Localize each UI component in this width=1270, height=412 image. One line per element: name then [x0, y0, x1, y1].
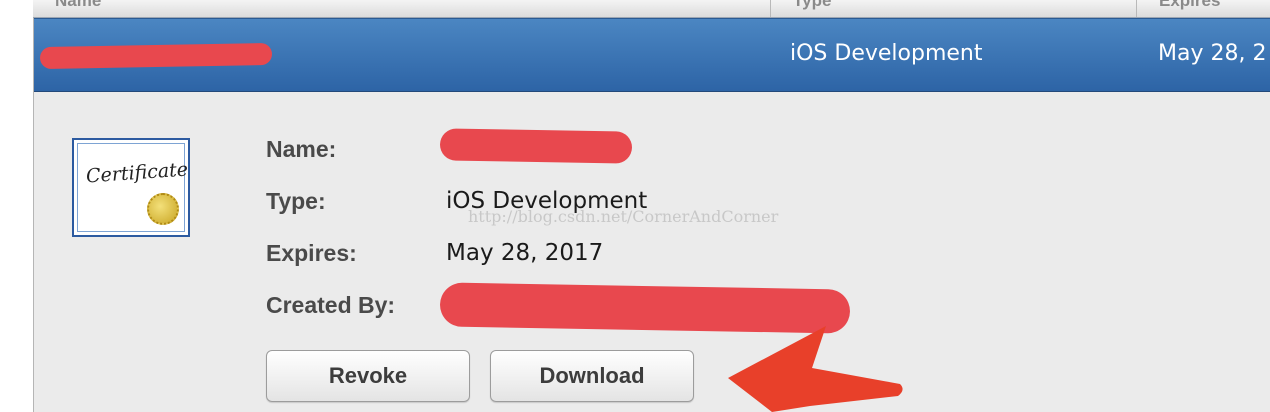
certificate-icon: Certificate	[72, 138, 190, 237]
certificates-page: Name Type Expires iOS Development May 28…	[0, 0, 1270, 412]
download-button[interactable]: Download	[490, 350, 694, 402]
created-by-label: Created By:	[266, 292, 396, 318]
table-header: Name Type Expires	[33, 0, 1270, 18]
row-type-cell: iOS Development	[790, 41, 983, 66]
name-label: Name:	[266, 136, 337, 162]
row-expires-cell: May 28, 2	[1158, 41, 1267, 66]
table-row-selected[interactable]: iOS Development May 28, 2	[34, 18, 1270, 92]
revoke-button[interactable]: Revoke	[266, 350, 470, 402]
column-header-type[interactable]: Type	[793, 0, 831, 11]
column-divider	[1136, 0, 1137, 17]
column-header-expires[interactable]: Expires	[1159, 0, 1220, 11]
seal-icon	[147, 193, 179, 225]
column-divider	[770, 0, 771, 17]
redaction-mark	[39, 42, 273, 70]
expires-value: May 28, 2017	[446, 240, 604, 266]
column-header-name[interactable]: Name	[55, 0, 101, 11]
certificate-icon-text: Certificate	[85, 158, 189, 188]
type-label: Type:	[266, 188, 326, 214]
expires-label: Expires:	[266, 240, 357, 266]
watermark-text: http://blog.csdn.net/CornerAndCorner	[468, 207, 779, 226]
annotation-arrow-icon	[728, 326, 903, 412]
redaction-mark	[439, 128, 633, 164]
